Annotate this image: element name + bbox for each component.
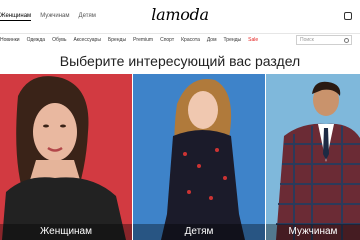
men-model-image bbox=[276, 81, 360, 240]
category-bar: Новинки Одежда Обувь Аксессуары Бренды P… bbox=[0, 33, 360, 46]
tile-women[interactable]: Женщинам bbox=[0, 74, 132, 240]
tile-kids[interactable]: Детям bbox=[133, 74, 265, 240]
lamoda-logo[interactable]: lamoda bbox=[0, 5, 360, 24]
search-icon[interactable] bbox=[344, 38, 349, 43]
cat-clothing[interactable]: Одежда bbox=[27, 37, 45, 43]
top-bar: Женщинам Мужчинам Детям lamoda bbox=[0, 0, 360, 34]
cat-home[interactable]: Дом bbox=[207, 37, 217, 43]
top-icons bbox=[344, 12, 352, 20]
cat-sale[interactable]: Sale bbox=[248, 37, 258, 43]
search-placeholder: Поиск bbox=[300, 37, 314, 43]
cat-brands[interactable]: Бренды bbox=[108, 37, 126, 43]
kids-model-image bbox=[161, 79, 245, 240]
tile-men-label: Мужчинам bbox=[266, 224, 360, 240]
search-input[interactable]: Поиск bbox=[296, 35, 352, 45]
women-model-image bbox=[2, 76, 126, 240]
tile-men[interactable]: Мужчинам bbox=[266, 74, 360, 240]
cat-trends[interactable]: Тренды bbox=[224, 37, 242, 43]
user-icon[interactable] bbox=[344, 12, 352, 20]
cat-accessories[interactable]: Аксессуары bbox=[73, 37, 100, 43]
tile-kids-label: Детям bbox=[133, 224, 265, 240]
cat-sport[interactable]: Спорт bbox=[160, 37, 174, 43]
section-tiles: Женщинам Детям Мужчинам bbox=[0, 74, 360, 240]
cat-premium[interactable]: Premium bbox=[133, 37, 153, 43]
category-nav: Новинки Одежда Обувь Аксессуары Бренды P… bbox=[0, 37, 258, 43]
page-title: Выберите интересующий вас раздел bbox=[59, 53, 301, 69]
cat-new[interactable]: Новинки bbox=[0, 37, 20, 43]
cat-shoes[interactable]: Обувь bbox=[52, 37, 66, 43]
cat-beauty[interactable]: Красота bbox=[181, 37, 200, 43]
tile-women-label: Женщинам bbox=[0, 224, 132, 240]
